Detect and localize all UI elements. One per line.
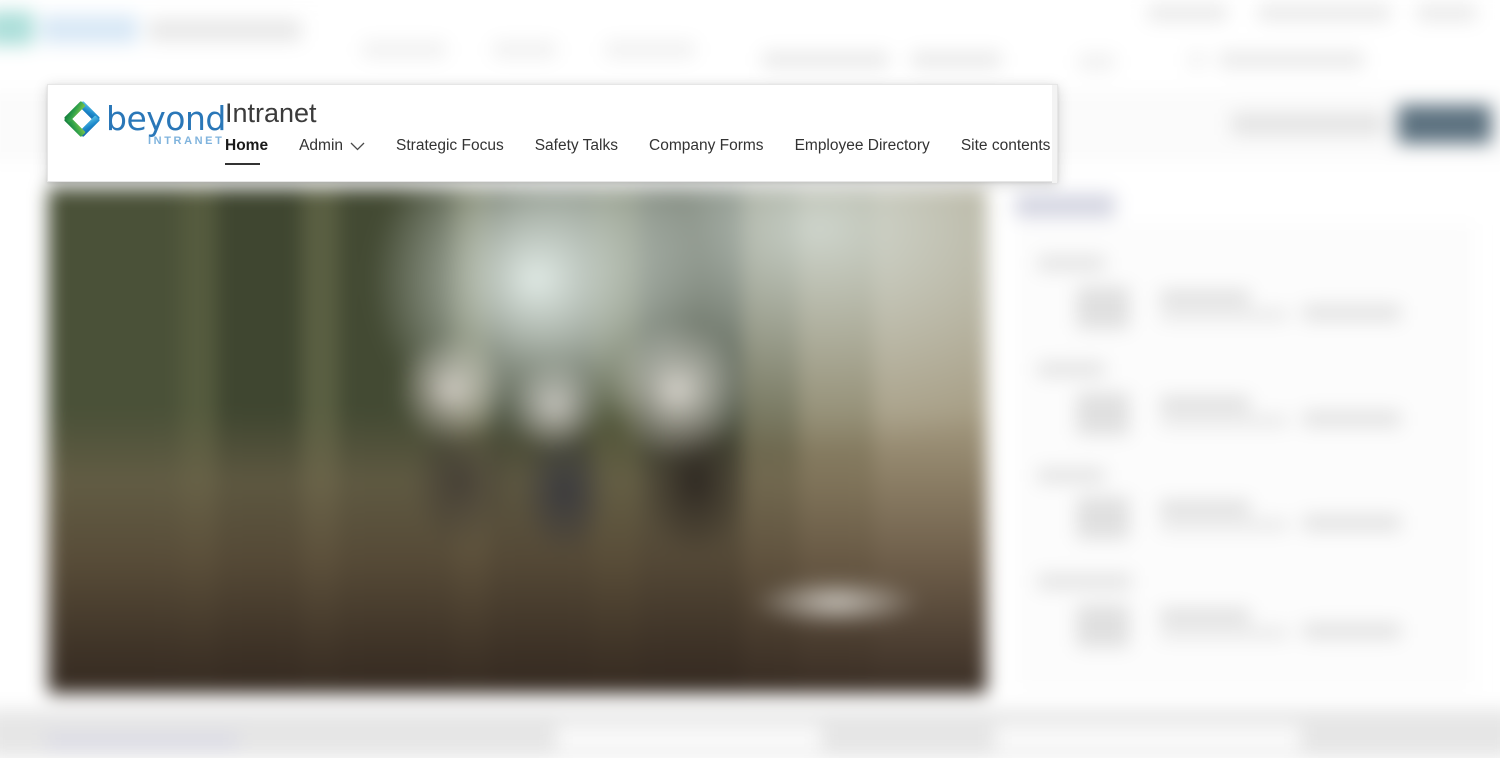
background-list-item-date — [1037, 255, 1105, 271]
nav-item-label: Employee Directory — [794, 137, 930, 154]
background-list-item-icon — [1076, 392, 1130, 436]
background-list-item-tag — [1302, 304, 1401, 321]
background-list-item-sub — [1160, 308, 1289, 321]
background-topbar-chip — [1147, 4, 1228, 22]
background-search-box — [1231, 112, 1385, 136]
nav-item-admin[interactable]: Admin — [299, 133, 365, 159]
nav-item-employee-directory[interactable]: Employee Directory — [795, 133, 930, 159]
background-topbar-chip — [1417, 4, 1477, 22]
nav-item-site-contents[interactable]: Site contents — [961, 133, 1051, 159]
background-nav-chip — [605, 41, 695, 58]
page-title: Intranet — [225, 98, 317, 128]
brand-subtext: INTRANET — [148, 135, 225, 147]
background-list-item-sub — [1160, 518, 1289, 532]
background-site-name-tile — [148, 19, 302, 42]
background-list-item-date — [1037, 361, 1105, 378]
background-app-launcher-tile — [0, 10, 34, 46]
nav-item-label: Home — [225, 137, 269, 154]
background-list-item-date — [1037, 467, 1105, 484]
background-footer-chip — [46, 733, 238, 750]
background-topbar-chip — [1188, 51, 1205, 68]
background-news-panel-title — [1015, 193, 1116, 218]
background-list-item-icon — [1076, 604, 1130, 648]
brand-block[interactable]: beyond INTRANET — [48, 85, 226, 147]
nav-item-home[interactable]: Home — [225, 133, 269, 165]
background-list-item-icon — [1076, 496, 1130, 540]
background-list-item-date — [1037, 573, 1132, 590]
background-nav-chip — [1078, 53, 1116, 71]
nav-item-strategic-focus[interactable]: Strategic Focus — [396, 133, 504, 159]
top-navigation: Home Admin Strategic Focus Safety Talks … — [225, 133, 1081, 165]
nav-item-label: Strategic Focus — [396, 137, 504, 154]
background-list-item-tag — [1302, 622, 1401, 640]
background-nav-chip — [762, 51, 889, 68]
background-list-item-icon — [1076, 286, 1130, 330]
site-navigation-card: beyond INTRANET Intranet Home Admin Stra… — [47, 84, 1058, 183]
background-nav-chip — [492, 41, 557, 58]
background-footer-card — [994, 724, 1301, 752]
background-nav-chip — [911, 51, 1001, 68]
background-footer-card — [556, 724, 822, 752]
nav-item-label: Site contents — [960, 137, 1051, 154]
background-nav-chip — [362, 41, 447, 58]
background-topbar-chip — [1219, 51, 1365, 68]
chevron-down-icon — [350, 142, 365, 151]
nav-item-label: Company Forms — [649, 137, 764, 154]
background-primary-button — [1397, 104, 1492, 144]
background-list-item-title — [1160, 290, 1250, 305]
brand-row: beyond — [62, 99, 226, 139]
background-brand-tile — [41, 14, 138, 44]
background-hero-image — [48, 188, 987, 694]
nav-item-safety-talks[interactable]: Safety Talks — [535, 133, 618, 159]
beyond-diamond-logo-icon — [62, 99, 102, 139]
card-scrollbar[interactable] — [1052, 85, 1057, 183]
nav-item-company-forms[interactable]: Company Forms — [649, 133, 764, 159]
background-list-item-sub — [1160, 626, 1289, 640]
background-topbar-chip — [1257, 4, 1391, 22]
nav-item-label: Safety Talks — [534, 137, 618, 154]
background-list-item-title — [1160, 608, 1250, 623]
brand-wordmark: beyond — [106, 99, 226, 138]
background-list-item-title — [1160, 396, 1250, 411]
site-header-block: Intranet Home Admin Strategic Focus Safe… — [225, 85, 1081, 165]
background-list-item-title — [1160, 500, 1250, 515]
background-list-item-tag — [1302, 410, 1401, 428]
background-list-item-sub — [1160, 414, 1289, 428]
background-list-item-tag — [1302, 514, 1401, 532]
nav-item-label: Admin — [299, 137, 344, 154]
